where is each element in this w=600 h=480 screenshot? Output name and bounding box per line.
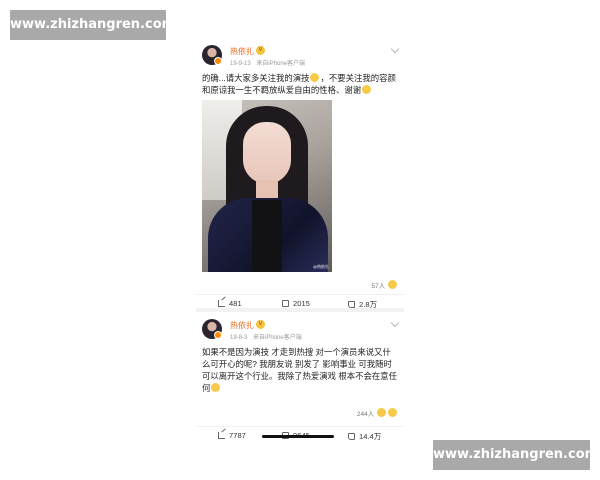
post-content: 的确...请大家多关注我的演技 ，不要关注我的容颜和原谅我一生不羁放纵爱自由的性格… xyxy=(202,72,398,96)
photo-watermark: @热依扎 xyxy=(312,264,329,269)
watermark-bottom: www.zhizhangren.com xyxy=(433,440,598,470)
likes-count: 57人 xyxy=(371,283,386,290)
post-text: 的确...请大家多关注我的演技 xyxy=(202,73,310,83)
post-source: 来自iPhone客户端 xyxy=(253,335,302,341)
post-source: 来自iPhone客户端 xyxy=(256,61,306,67)
like-icon xyxy=(348,301,355,308)
watermark-top: www.zhizhangren.com xyxy=(10,10,175,40)
verified-badge-icon xyxy=(214,331,222,339)
surprise-emoji-icon xyxy=(388,408,397,417)
verified-badge-icon xyxy=(214,57,222,65)
post-date: 19-8-3 xyxy=(230,335,248,341)
like-count: 14.4万 xyxy=(359,432,382,441)
comment-icon xyxy=(282,300,289,307)
comment-count: 2015 xyxy=(293,299,310,308)
likes-count: 244人 xyxy=(356,411,375,418)
username[interactable]: 热依扎 xyxy=(230,320,254,331)
likes-summary: 244人 xyxy=(357,408,398,418)
repost-button[interactable]: 7787 xyxy=(218,431,246,440)
post-meta: 19-9-13 来自iPhone客户端 xyxy=(230,58,309,67)
repost-count: 481 xyxy=(229,299,242,308)
username[interactable]: 热依扎 xyxy=(230,46,254,57)
repost-button[interactable]: 481 xyxy=(218,299,242,308)
likes-summary: 57人 xyxy=(371,280,398,290)
post-card: 热依扎 V 19-9-13 来自iPhone客户端 的确...请大家多关注我的演… xyxy=(196,38,404,309)
vip-icon: V xyxy=(256,320,265,329)
post-text: 如果不是因为演技 才走到热搜 对一个演员来说又什么可开心的呢? 我朋友说 别发了… xyxy=(202,347,397,393)
share-icon xyxy=(218,300,225,307)
laugh-emoji-icon xyxy=(388,280,397,289)
post-card: 热依扎 V 19-8-3 来自iPhone客户端 如果不是因为演技 才走到热搜 … xyxy=(196,312,404,442)
post-date: 19-9-13 xyxy=(230,61,251,67)
post-meta: 19-8-3 来自iPhone客户端 xyxy=(230,332,306,341)
home-indicator[interactable] xyxy=(262,435,334,438)
emoji-icon xyxy=(211,383,221,392)
chevron-down-icon[interactable] xyxy=(390,318,400,328)
laugh-emoji-icon xyxy=(377,408,386,417)
action-bar: 7787 9645 14.4万 xyxy=(196,426,404,442)
emoji-icon xyxy=(310,73,320,82)
vip-icon: V xyxy=(256,46,265,55)
post-photo[interactable]: @热依扎 xyxy=(202,100,332,272)
post-content: 如果不是因为演技 才走到热搜 对一个演员来说又什么可开心的呢? 我朋友说 别发了… xyxy=(202,346,398,394)
like-icon xyxy=(348,433,355,440)
weibo-feed: 热依扎 V 19-9-13 来自iPhone客户端 的确...请大家多关注我的演… xyxy=(196,38,404,442)
share-icon xyxy=(218,432,225,439)
like-button[interactable]: 14.4万 xyxy=(348,431,381,442)
emoji-icon xyxy=(362,85,372,94)
comment-button[interactable]: 2015 xyxy=(282,299,310,308)
repost-count: 7787 xyxy=(229,431,246,440)
chevron-down-icon[interactable] xyxy=(390,44,400,54)
